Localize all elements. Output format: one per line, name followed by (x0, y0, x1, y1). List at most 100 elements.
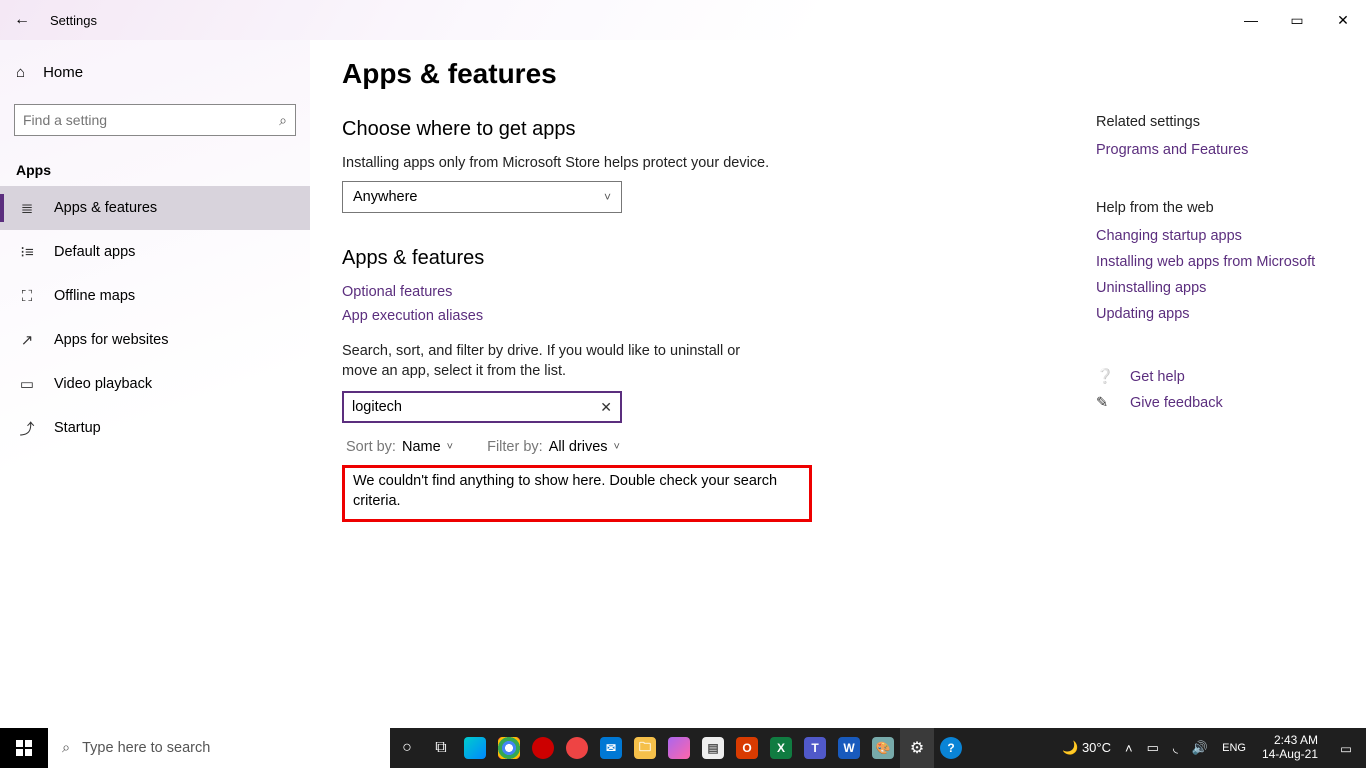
defaults-icon: ⁝≡ (18, 243, 36, 261)
help-link-updating[interactable]: Updating apps (1096, 306, 1346, 322)
optional-features-link[interactable]: Optional features (342, 284, 1056, 300)
search-icon: ⌕ (62, 740, 70, 756)
apps-features-helper: Search, sort, and filter by drive. If yo… (342, 342, 772, 381)
taskbar-app-edge[interactable] (458, 728, 492, 768)
taskbar-app-mail[interactable]: ✉ (594, 728, 628, 768)
help-link-startup[interactable]: Changing startup apps (1096, 228, 1346, 244)
sidebar-item-default-apps[interactable]: ⁝≡ Default apps (0, 230, 310, 274)
sidebar-item-startup[interactable]: ⤴ Startup (0, 406, 310, 450)
sort-label: Sort by: (346, 439, 396, 455)
clear-search-icon[interactable]: ✕ (600, 399, 612, 416)
related-rail: Related settings Programs and Features H… (1096, 40, 1366, 728)
task-view-icon[interactable]: ⧉ (424, 728, 458, 768)
taskbar-app-store[interactable] (662, 728, 696, 768)
home-icon: ⌂ (16, 64, 25, 81)
taskbar-search[interactable]: ⌕ Type here to search (48, 728, 390, 768)
app-search-box[interactable]: ✕ (342, 391, 622, 423)
close-button[interactable]: ✕ (1320, 0, 1366, 40)
page-title: Apps & features (342, 58, 1056, 90)
filter-label: Filter by: (487, 439, 543, 455)
app-execution-aliases-link[interactable]: App execution aliases (342, 308, 1056, 324)
sidebar-item-label: Video playback (54, 376, 152, 392)
taskbar-clock[interactable]: 2:43 AM 14-Aug-21 (1254, 734, 1326, 762)
sidebar-item-video-playback[interactable]: ▭ Video playback (0, 362, 310, 406)
tray-language-icon[interactable]: ENG (1218, 742, 1250, 754)
help-from-web-title: Help from the web (1096, 200, 1346, 216)
weather-temp: 30°C (1082, 740, 1111, 755)
sidebar-search-input[interactable] (23, 112, 279, 128)
give-feedback-link[interactable]: Give feedback (1130, 395, 1223, 411)
taskbar-app-paint[interactable]: 🎨 (866, 728, 900, 768)
cortana-icon[interactable]: ○ (390, 728, 424, 768)
sidebar: ⌂ Home ⌕ Apps ≣ Apps & features ⁝≡ Defau… (0, 40, 310, 728)
sidebar-item-apps-features[interactable]: ≣ Apps & features (0, 186, 310, 230)
taskbar-app-word[interactable]: W (832, 728, 866, 768)
sidebar-item-label: Offline maps (54, 288, 135, 304)
sort-by-control[interactable]: Sort by: Name ˅ (346, 439, 453, 455)
sidebar-item-label: Startup (54, 420, 101, 436)
taskbar-app-notepad[interactable]: ▤ (696, 728, 730, 768)
taskbar-app-help[interactable]: ? (934, 728, 968, 768)
taskbar-app-excel[interactable]: X (764, 728, 798, 768)
taskbar-app-operagx[interactable] (560, 728, 594, 768)
clock-time: 2:43 AM (1262, 734, 1318, 748)
map-icon: ⛶ (18, 288, 36, 305)
choose-apps-value: Anywhere (353, 189, 417, 205)
chevron-down-icon: ˅ (447, 441, 453, 453)
tray-battery-icon[interactable]: ▭ (1143, 740, 1163, 756)
tray-overflow-icon[interactable]: ˄ (1121, 741, 1137, 756)
programs-features-link[interactable]: Programs and Features (1096, 142, 1346, 158)
chevron-down-icon: ˅ (614, 441, 620, 453)
taskbar-app-office[interactable]: O (730, 728, 764, 768)
choose-apps-title: Choose where to get apps (342, 118, 1056, 141)
taskbar-app-chrome[interactable] (492, 728, 526, 768)
start-button[interactable] (0, 728, 48, 768)
minimize-button[interactable]: — (1228, 0, 1274, 40)
link-icon: ↗ (18, 331, 36, 349)
sidebar-home-label: Home (43, 64, 83, 81)
window-title: Settings (50, 13, 97, 28)
back-button[interactable]: ← (0, 0, 44, 40)
sidebar-search[interactable]: ⌕ (14, 104, 296, 136)
help-link-webapps[interactable]: Installing web apps from Microsoft (1096, 254, 1346, 270)
apps-features-title: Apps & features (342, 247, 1056, 270)
choose-apps-helper: Installing apps only from Microsoft Stor… (342, 155, 1056, 171)
give-feedback-row[interactable]: ✎ Give feedback (1096, 395, 1346, 411)
taskbar: ⌕ Type here to search ○ ⧉ ✉ 🗀 ▤ O X T W … (0, 728, 1366, 768)
sidebar-item-offline-maps[interactable]: ⛶ Offline maps (0, 274, 310, 318)
taskbar-app-settings[interactable]: ⚙ (900, 728, 934, 768)
sort-value: Name (402, 439, 441, 455)
list-icon: ≣ (18, 199, 36, 217)
sort-filter-row: Sort by: Name ˅ Filter by: All drives ˅ (346, 439, 1056, 455)
startup-icon: ⤴ (18, 418, 36, 439)
help-link-uninstall[interactable]: Uninstalling apps (1096, 280, 1346, 296)
sidebar-item-label: Apps & features (54, 200, 157, 216)
get-help-row[interactable]: ❔ Get help (1096, 368, 1346, 385)
sidebar-item-label: Default apps (54, 244, 135, 260)
choose-apps-combo[interactable]: Anywhere ˅ (342, 181, 622, 213)
taskbar-app-teams[interactable]: T (798, 728, 832, 768)
system-tray: 🌙 30°C ˄ ▭ ◟ 🔊 ENG (1054, 740, 1254, 756)
tray-wifi-icon[interactable]: ◟ (1169, 740, 1182, 756)
sidebar-home[interactable]: ⌂ Home (0, 50, 310, 94)
sidebar-item-apps-websites[interactable]: ↗ Apps for websites (0, 318, 310, 362)
taskbar-app-opera[interactable] (526, 728, 560, 768)
sidebar-item-label: Apps for websites (54, 332, 168, 348)
search-icon: ⌕ (279, 112, 287, 129)
get-help-link[interactable]: Get help (1130, 369, 1185, 385)
taskbar-app-explorer[interactable]: 🗀 (628, 728, 662, 768)
filter-by-control[interactable]: Filter by: All drives ˅ (487, 439, 620, 455)
taskbar-search-placeholder: Type here to search (82, 740, 210, 756)
video-icon: ▭ (18, 375, 36, 393)
windows-logo-icon (16, 740, 32, 756)
maximize-button[interactable]: ▭ (1274, 0, 1320, 40)
sidebar-group-label: Apps (0, 144, 310, 186)
chevron-down-icon: ˅ (604, 190, 611, 204)
weather-widget[interactable]: 🌙 30°C (1058, 740, 1115, 756)
action-center-icon[interactable]: ▭ (1326, 728, 1366, 768)
related-settings-title: Related settings (1096, 114, 1346, 130)
no-results-message: We couldn't find anything to show here. … (342, 465, 812, 522)
feedback-icon: ✎ (1096, 395, 1114, 411)
app-search-input[interactable] (352, 399, 600, 415)
tray-volume-icon[interactable]: 🔊 (1188, 740, 1212, 756)
